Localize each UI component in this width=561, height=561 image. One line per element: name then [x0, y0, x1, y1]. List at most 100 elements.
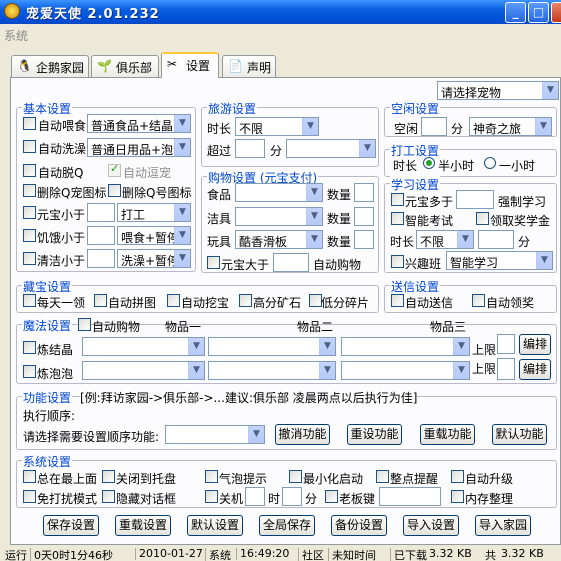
reload-settings-button[interactable]: 重载设置 [115, 515, 171, 536]
crystal-item1-combo[interactable]: ▼ [82, 337, 205, 356]
shutdown-minute-input[interactable] [282, 487, 302, 506]
clean-less-input[interactable] [87, 249, 115, 268]
reload-function-button[interactable]: 重载功能 [420, 424, 475, 445]
travel-place-combo[interactable]: ▼ [286, 139, 376, 158]
memory-clean-checkbox[interactable] [451, 490, 464, 503]
chevron-down-icon[interactable]: ▼ [359, 140, 375, 157]
clean-less-checkbox[interactable] [23, 252, 36, 265]
tab-statement[interactable]: 📄 声明 [222, 55, 276, 77]
min-start-checkbox[interactable] [289, 470, 302, 483]
tab-club[interactable]: 🌱 俱乐部 [91, 55, 159, 77]
crystal-item2-combo[interactable]: ▼ [208, 337, 336, 356]
tab-penguin-home[interactable]: 🐧 企鹅家园 [11, 55, 89, 77]
auto-send-checkbox[interactable] [391, 294, 404, 307]
close-to-tray-checkbox[interactable] [102, 470, 115, 483]
shop-toy-combo[interactable]: 酷香滑板 ▼ [235, 230, 323, 249]
auto-feed-checkbox[interactable] [23, 117, 36, 130]
backup-settings-button[interactable]: 备份设置 [331, 515, 387, 536]
shop-food-combo[interactable]: ▼ [235, 183, 323, 202]
shutdown-hour-input[interactable] [245, 487, 265, 506]
work-one-radio[interactable] [484, 157, 496, 169]
close-icon[interactable] [551, 2, 561, 23]
idle-place-combo[interactable]: 神奇之旅 ▼ [469, 117, 552, 136]
shop-toy-qty-input[interactable] [354, 230, 374, 249]
tab-settings[interactable]: ✂ 设置 [161, 52, 219, 78]
travel-over-input[interactable] [235, 139, 265, 158]
chevron-down-icon[interactable]: ▼ [174, 115, 190, 132]
travel-duration-combo[interactable]: 不限 ▼ [235, 117, 319, 136]
smart-exam-checkbox[interactable] [391, 212, 404, 225]
del-pet-icon-checkbox[interactable] [23, 184, 36, 197]
study-minute-input[interactable] [478, 230, 514, 249]
hunger-combo[interactable]: 喂食+暂停 ▼ [117, 226, 191, 245]
import-settings-button[interactable]: 导入设置 [403, 515, 459, 536]
chevron-down-icon[interactable]: ▼ [188, 362, 204, 379]
collect-scholarship-checkbox[interactable] [476, 212, 489, 225]
chevron-down-icon[interactable]: ▼ [188, 338, 204, 355]
boss-key-checkbox[interactable] [325, 490, 338, 503]
hourly-remind-checkbox[interactable] [376, 470, 389, 483]
clean-combo[interactable]: 洗澡+暂停 ▼ [117, 249, 191, 268]
reset-function-button[interactable]: 重设功能 [347, 424, 402, 445]
hunger-less-input[interactable] [87, 226, 115, 245]
hide-dialog-checkbox[interactable] [102, 490, 115, 503]
bubble-tip-checkbox[interactable] [205, 470, 218, 483]
chevron-down-icon[interactable]: ▼ [248, 426, 264, 443]
coin-less-checkbox[interactable] [23, 206, 36, 219]
auto-tease-checkbox[interactable] [108, 162, 121, 177]
idle-input[interactable] [421, 117, 447, 136]
work-half-radio[interactable] [423, 157, 435, 169]
bubble-edit-button[interactable]: 编排 [519, 359, 551, 380]
auto-wash-checkbox[interactable] [23, 140, 36, 153]
crystal-limit-input[interactable] [497, 334, 515, 354]
coin-less-combo[interactable]: 打工 ▼ [117, 203, 191, 222]
auto-q-checkbox[interactable] [23, 164, 36, 177]
default-function-button[interactable]: 默认功能 [492, 424, 547, 445]
del-qq-icon-checkbox[interactable] [108, 184, 121, 197]
boss-key-input[interactable] [379, 487, 441, 506]
magic-auto-buy-checkbox[interactable] [78, 318, 91, 331]
cancel-function-button[interactable]: 撤消功能 [275, 424, 330, 445]
chevron-down-icon[interactable]: ▼ [457, 231, 473, 248]
chevron-down-icon[interactable]: ▼ [453, 362, 469, 379]
chevron-down-icon[interactable]: ▼ [174, 139, 190, 156]
maximize-icon[interactable]: □ [528, 2, 549, 23]
coin-more-checkbox[interactable] [207, 256, 220, 269]
crystal-checkbox[interactable] [23, 341, 36, 354]
default-settings-button[interactable]: 默认设置 [187, 515, 243, 536]
global-save-button[interactable]: 全局保存 [259, 515, 315, 536]
shop-clean-combo[interactable]: ▼ [235, 207, 323, 226]
chevron-down-icon[interactable]: ▼ [536, 252, 552, 269]
chevron-down-icon[interactable]: ▼ [453, 338, 469, 355]
chevron-down-icon[interactable]: ▼ [542, 82, 558, 99]
chevron-down-icon[interactable]: ▼ [302, 118, 318, 135]
chevron-down-icon[interactable]: ▼ [174, 204, 190, 221]
bubble-item2-combo[interactable]: ▼ [208, 361, 336, 380]
chevron-down-icon[interactable]: ▼ [319, 362, 335, 379]
function-combo[interactable]: ▼ [165, 425, 265, 444]
bubble-limit-input[interactable] [497, 358, 515, 380]
shop-food-qty-input[interactable] [354, 183, 374, 202]
crystal-edit-button[interactable]: 编排 [519, 334, 551, 355]
no-disturb-checkbox[interactable] [23, 490, 36, 503]
save-settings-button[interactable]: 保存设置 [43, 515, 99, 536]
shop-clean-qty-input[interactable] [354, 207, 374, 226]
bubble-item1-combo[interactable]: ▼ [82, 361, 205, 380]
chevron-down-icon[interactable]: ▼ [535, 118, 551, 135]
auto-upgrade-checkbox[interactable] [451, 470, 464, 483]
chevron-down-icon[interactable]: ▼ [319, 338, 335, 355]
wash-combo[interactable]: 普通日用品+泡沫 ▼ [87, 138, 191, 157]
coin-less-input[interactable] [87, 203, 115, 222]
menu-system[interactable]: 系统 [4, 27, 28, 44]
auto-dig-checkbox[interactable] [167, 294, 180, 307]
study-coin-input[interactable] [456, 190, 494, 209]
interest-class-checkbox[interactable] [391, 255, 404, 268]
hunger-less-checkbox[interactable] [23, 229, 36, 242]
coin-more-input[interactable] [273, 253, 309, 272]
pet-select[interactable]: 请选择宠物 ▼ [437, 81, 559, 100]
title-bar[interactable]: 宠爱天使 2.01.232 _ □ [0, 0, 561, 24]
chevron-down-icon[interactable]: ▼ [174, 250, 190, 267]
crystal-item3-combo[interactable]: ▼ [341, 337, 470, 356]
minimize-icon[interactable]: _ [505, 2, 526, 23]
feed-combo[interactable]: 普通食品+结晶 ▼ [87, 114, 191, 133]
